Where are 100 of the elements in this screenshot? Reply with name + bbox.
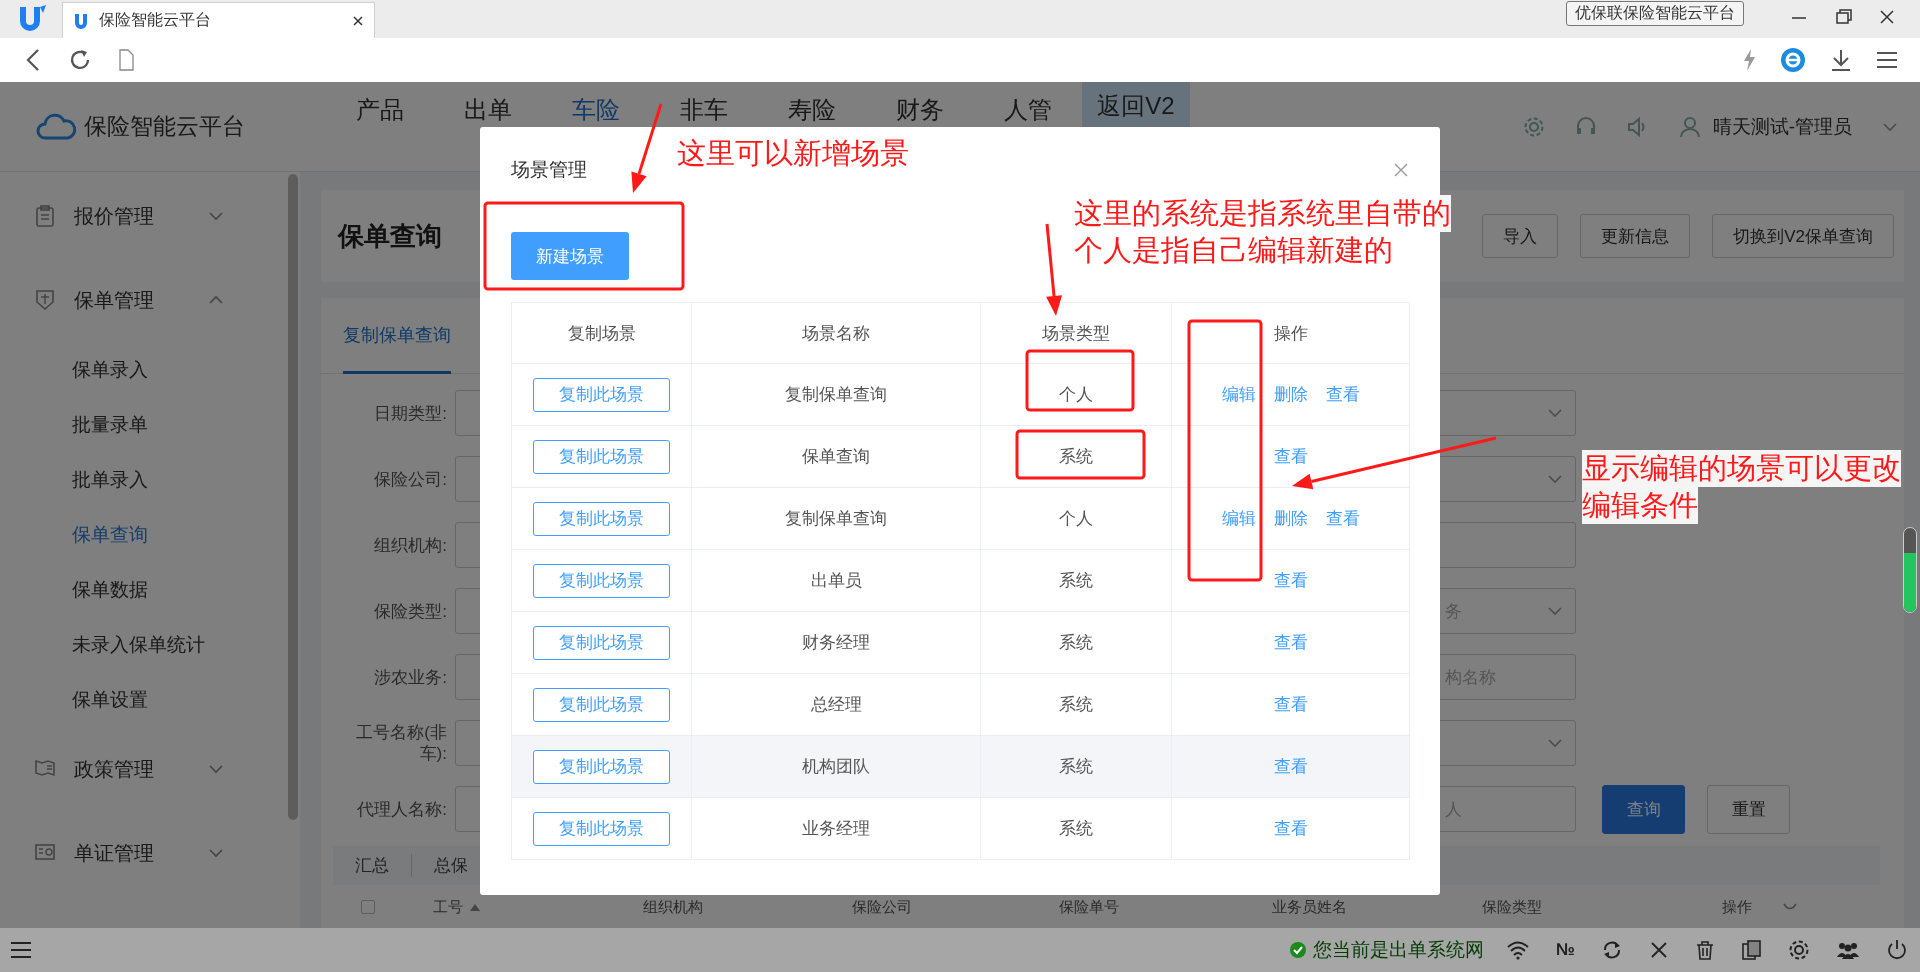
status-message: 您当前是出单系统网 [1313, 938, 1485, 962]
chevron-icon [208, 762, 224, 776]
summary-tab[interactable]: 汇总 [333, 854, 411, 877]
page-title: 保单查询 [338, 219, 442, 253]
action-link[interactable]: 编辑 [1221, 383, 1256, 406]
annotation-note: 这里的系统是指系统里自带的 [1074, 195, 1451, 232]
action-link[interactable]: 删除 [1273, 507, 1308, 530]
chevron-icon [208, 209, 224, 223]
sort-icon[interactable] [469, 902, 481, 912]
window-label: 优保联保险智能云平台 [1566, 1, 1744, 26]
action-link[interactable]: 查看 [1325, 383, 1360, 406]
table-cell: 系统 [980, 797, 1172, 860]
number-button[interactable]: № [1556, 940, 1575, 960]
column-header: 工号 [433, 897, 463, 917]
field-label: 涉农业务: [373, 666, 448, 688]
nav-item[interactable]: 产品 [326, 82, 434, 171]
refresh-icon[interactable] [68, 48, 92, 72]
tab[interactable]: 复制保单查询 [343, 298, 451, 374]
copy-scene-button[interactable]: 复制此场景 [533, 625, 670, 660]
new-scene-button[interactable]: 新建场景 [511, 232, 629, 280]
close-icon[interactable] [352, 14, 364, 27]
check-circle-icon [1289, 941, 1308, 959]
copy-scene-button[interactable]: 复制此场景 [533, 749, 670, 784]
table-cell: 个人 [980, 363, 1172, 426]
maximize-icon[interactable] [1834, 8, 1852, 26]
action-link[interactable]: 查看 [1273, 631, 1308, 654]
table-cell: 出单员 [691, 549, 981, 612]
table-cell: 复制保单查询 [691, 487, 981, 550]
reset-button[interactable]: 重置 [1707, 784, 1790, 834]
checkbox[interactable] [361, 900, 375, 914]
column-header: 操作 [1722, 897, 1752, 917]
menu-icon[interactable] [10, 939, 32, 961]
browser-logo-icon[interactable] [1780, 47, 1806, 73]
close-icon[interactable] [1649, 940, 1669, 960]
table-cell: 保单查询 [691, 425, 981, 488]
action-link[interactable]: 查看 [1273, 755, 1308, 778]
chevron-icon [1547, 604, 1563, 618]
table-cell: 总经理 [691, 673, 981, 736]
column-header: 组织机构 [643, 897, 703, 917]
user-name[interactable]: 晴天测试-管理员 [1712, 113, 1852, 140]
field-label: 工号名称(非车): [355, 722, 448, 764]
column-header: 保险公司 [852, 897, 912, 917]
annotation-note: 显示编辑的场景可以更改 [1582, 450, 1901, 487]
page-icon [118, 49, 135, 71]
field-label: 组织机构: [373, 534, 448, 556]
toolbar-button[interactable]: 切换到V2保单查询 [1712, 214, 1894, 258]
field-label: 保险类型: [373, 600, 448, 622]
toolbar-button[interactable]: 导入 [1482, 214, 1559, 258]
table-cell: 系统 [980, 735, 1172, 798]
download-icon[interactable] [1830, 49, 1852, 71]
chevron-icon [208, 846, 224, 860]
search-button[interactable]: 查询 [1602, 784, 1685, 834]
action-link[interactable]: 查看 [1273, 693, 1308, 716]
action-link[interactable]: 查看 [1273, 445, 1308, 468]
brand-name: 保险智能云平台 [84, 112, 245, 141]
close-icon[interactable] [1878, 8, 1896, 26]
column-header: 保险单号 [1059, 897, 1119, 917]
refresh-icon[interactable] [1601, 939, 1623, 961]
copy-scene-button[interactable]: 复制此场景 [533, 439, 670, 474]
field-label: 日期类型: [373, 402, 448, 424]
modal-title: 场景管理 [511, 158, 587, 182]
chevron-icon [1547, 406, 1563, 420]
menu-icon[interactable] [1876, 49, 1898, 71]
browser-tab[interactable]: 保险智能云平台 [62, 2, 375, 38]
column-header: 场景名称 [691, 302, 981, 364]
action-link[interactable]: 查看 [1325, 507, 1360, 530]
column-header: 复制场景 [511, 302, 692, 364]
table-cell: 复制保单查询 [691, 363, 981, 426]
shield-icon [34, 288, 56, 312]
copy-scene-button[interactable]: 复制此场景 [533, 811, 670, 846]
action-link[interactable]: 查看 [1273, 817, 1308, 840]
settings-icon[interactable] [1788, 939, 1810, 961]
copy-scene-button[interactable]: 复制此场景 [533, 501, 670, 536]
copy-scene-button[interactable]: 复制此场景 [533, 563, 670, 598]
action-link[interactable]: 编辑 [1221, 507, 1256, 530]
wifi-icon[interactable] [1506, 939, 1531, 961]
table-cell: 系统 [980, 611, 1172, 674]
annotation-note: 编辑条件 [1582, 487, 1698, 524]
column-header: 业务员姓名 [1272, 897, 1347, 917]
toolbar-button[interactable]: 更新信息 [1580, 214, 1691, 258]
clipboard-icon [34, 204, 56, 228]
copy-scene-button[interactable]: 复制此场景 [533, 687, 670, 722]
power-icon[interactable] [1886, 939, 1908, 961]
lightning-icon[interactable] [1742, 49, 1756, 71]
column-header: 保险类型 [1482, 897, 1542, 917]
clipboard-icon[interactable] [1741, 939, 1762, 961]
chevron-icon [1547, 472, 1563, 486]
field-label: 代理人名称: [356, 798, 448, 820]
action-link[interactable]: 删除 [1273, 383, 1308, 406]
table-cell: 个人 [980, 487, 1172, 550]
cloud-icon [36, 111, 76, 142]
table-cell: 系统 [980, 425, 1172, 488]
field-label: 保险公司: [373, 468, 448, 490]
action-link[interactable]: 查看 [1273, 569, 1308, 592]
copy-scene-button[interactable]: 复制此场景 [533, 377, 670, 412]
trash-icon[interactable] [1695, 939, 1715, 961]
table-cell: 系统 [980, 673, 1172, 736]
table-cell: 财务经理 [691, 611, 981, 674]
back-icon[interactable] [24, 48, 42, 72]
table-cell: 机构团队 [691, 735, 981, 798]
